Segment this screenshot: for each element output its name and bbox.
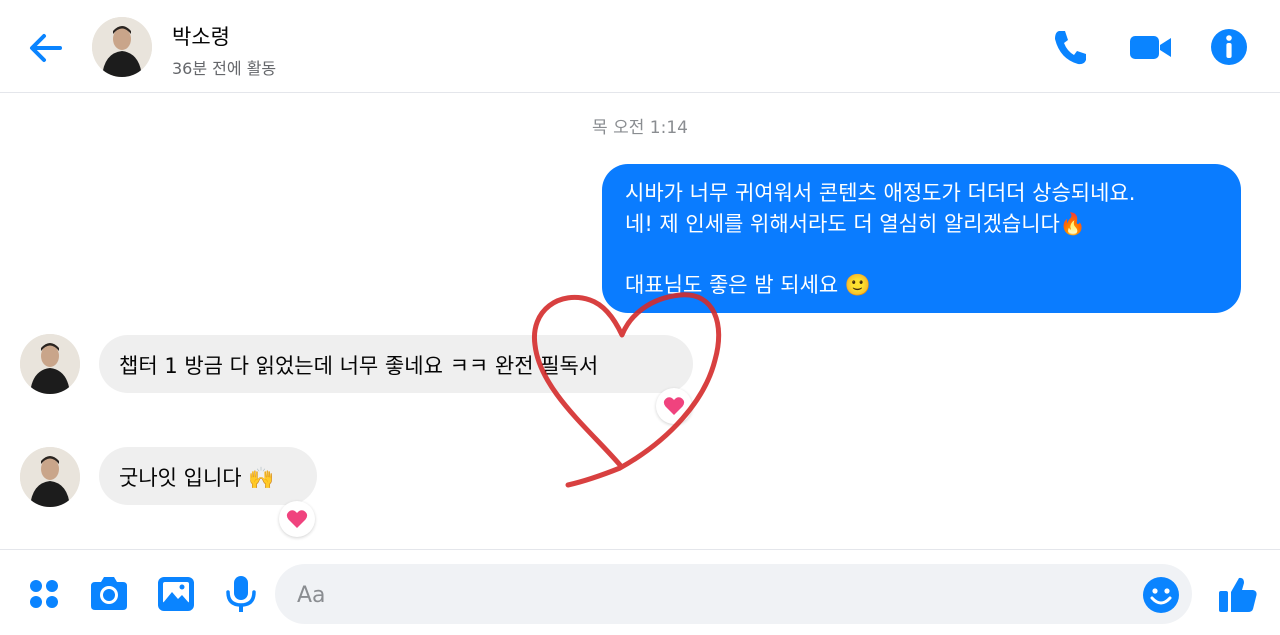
heart-reaction[interactable]	[656, 388, 692, 424]
message-input[interactable]	[295, 564, 1119, 626]
more-apps-icon[interactable]	[22, 572, 66, 616]
info-icon[interactable]	[1209, 25, 1249, 69]
heart-icon	[663, 397, 685, 415]
back-arrow-icon[interactable]	[24, 26, 68, 70]
heart-icon	[286, 510, 308, 528]
message-line: 대표님도 좋은 밤 되세요 🙂	[625, 273, 872, 297]
person-avatar-icon	[92, 17, 152, 77]
composer-bar	[0, 549, 1280, 635]
microphone-icon[interactable]	[219, 572, 263, 616]
incoming-message[interactable]: 챕터 1 방금 다 읽었는데 너무 좋네요 ㅋㅋ 완전 필독서	[99, 335, 693, 393]
message-timestamp: 목 오전 1:14	[592, 118, 688, 138]
person-avatar-icon	[20, 334, 80, 394]
thumbs-up-icon[interactable]	[1216, 572, 1260, 616]
message-composer	[275, 564, 1192, 626]
outgoing-message[interactable]: 시바가 너무 귀여워서 콘텐츠 애정도가 더더더 상승되네요. 네! 제 인세를…	[602, 164, 1241, 313]
incoming-message[interactable]: 굿나잇 입니다 🙌	[99, 447, 317, 505]
contact-avatar[interactable]	[92, 17, 152, 77]
video-camera-icon[interactable]	[1129, 25, 1173, 69]
contact-name[interactable]: 박소령	[172, 21, 230, 51]
heart-reaction[interactable]	[279, 501, 315, 537]
active-status: 36분 전에 활동	[172, 59, 277, 78]
sender-avatar[interactable]	[20, 447, 80, 507]
person-avatar-icon	[20, 447, 80, 507]
gallery-icon[interactable]	[154, 572, 198, 616]
message-line: 네! 제 인세를 위해서라도 더 열심히 알리겠습니다🔥	[625, 212, 1087, 236]
camera-icon[interactable]	[87, 572, 131, 616]
message-line: 시바가 너무 귀여워서 콘텐츠 애정도가 더더더 상승되네요.	[625, 181, 1136, 205]
sender-avatar[interactable]	[20, 334, 80, 394]
emoji-icon[interactable]	[1141, 575, 1181, 615]
phone-icon[interactable]	[1050, 25, 1090, 69]
chat-header: 박소령 36분 전에 활동	[0, 0, 1280, 93]
